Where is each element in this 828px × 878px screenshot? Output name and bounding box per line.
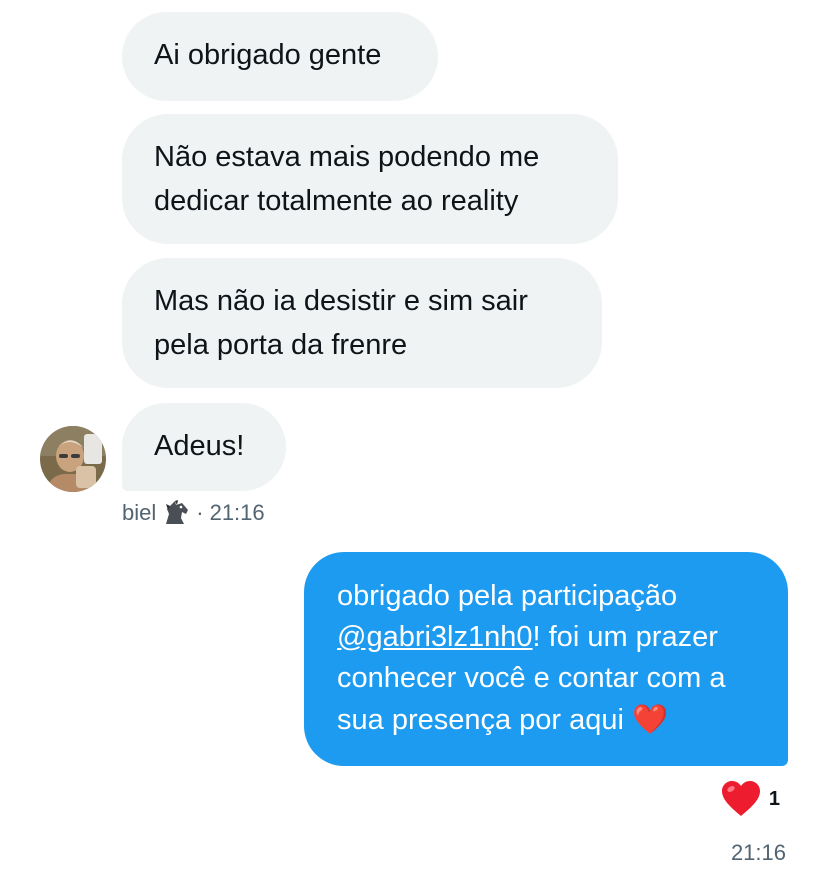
incoming-meta: biel · 21:16 — [122, 500, 265, 526]
avatar-image — [40, 426, 106, 492]
message-text: Adeus! — [154, 430, 245, 462]
sender-name[interactable]: biel — [122, 500, 156, 526]
meta-separator: · — [196, 500, 204, 525]
red-heart-icon — [721, 780, 761, 818]
red-heart-icon: ❤️ — [632, 702, 669, 736]
message-bubble-3[interactable]: Mas não ia desistir e sim sair pela port… — [122, 258, 602, 388]
message-text: obrigado pela participação — [337, 580, 678, 612]
reaction[interactable]: 1 — [721, 780, 780, 818]
message-text: Ai obrigado gente — [154, 39, 382, 71]
timestamp: 21:16 — [209, 500, 265, 525]
message-bubble-4[interactable]: Adeus! — [122, 403, 286, 491]
message-bubble-1[interactable]: Ai obrigado gente — [122, 12, 438, 101]
horse-icon — [162, 500, 190, 526]
message-text: Mas não ia desistir e sim sair pela port… — [154, 285, 528, 361]
reaction-count: 1 — [768, 787, 780, 810]
mention-link[interactable]: @gabri3lz1nh0 — [337, 621, 533, 653]
message-text: Não estava mais podendo me dedicar total… — [154, 141, 540, 217]
outgoing-message-bubble[interactable]: obrigado pela participação @gabri3lz1nh0… — [304, 552, 788, 766]
avatar[interactable] — [40, 426, 106, 492]
timestamp: 21:16 — [730, 840, 786, 865]
message-bubble-2[interactable]: Não estava mais podendo me dedicar total… — [122, 114, 618, 244]
